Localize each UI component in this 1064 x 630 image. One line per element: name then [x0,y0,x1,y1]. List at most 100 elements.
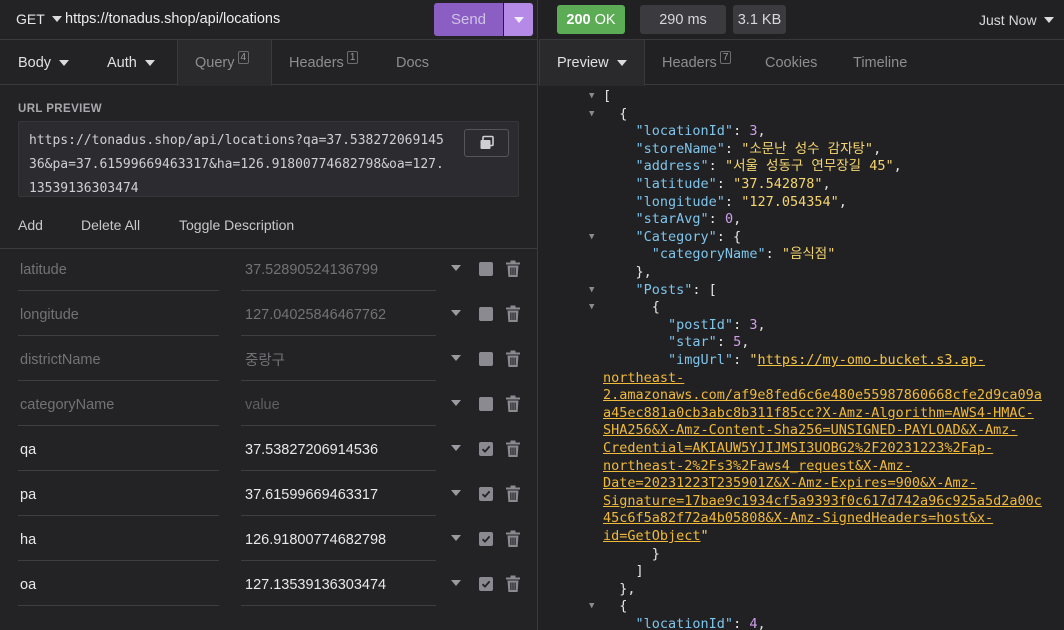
img-url-link[interactable]: Signature=17bae9c1934cf5a9393f0c617d742a… [603,493,1042,511]
code-text: [ [603,88,612,104]
param-value-input[interactable]: 127.04025846467762 [241,294,436,336]
chevron-down-icon[interactable] [451,580,461,586]
tab-docs[interactable]: Docs [396,40,429,85]
history-label: Just Now [979,12,1037,28]
tab-label: Headers [662,54,717,71]
chevron-down-icon [59,59,70,66]
fold-toggle-icon[interactable]: ▼ [589,598,594,616]
code-text: { [603,598,628,615]
param-value-input[interactable]: 37.61599669463317 [241,474,436,516]
chevron-down-icon[interactable] [451,310,461,316]
fold-toggle-icon[interactable]: ▼ [589,88,594,106]
tab-response-headers[interactable]: Headers 7 [662,40,732,85]
query-param-row: categoryName value [0,384,538,429]
chevron-down-icon[interactable] [451,355,461,361]
chevron-down-icon[interactable] [451,265,461,271]
fold-toggle-icon[interactable]: ▼ [589,299,594,317]
tab-timeline[interactable]: Timeline [853,40,907,85]
param-name-input[interactable]: ha [18,519,219,561]
trash-icon[interactable] [505,485,521,506]
query-param-row: latitude 37.52890524136799 [0,249,538,294]
checkbox-unchecked[interactable] [479,262,493,276]
code-text: { [603,105,628,122]
checkbox-unchecked[interactable] [479,352,493,366]
param-name-input[interactable]: oa [18,564,219,606]
param-name-input[interactable]: districtName [18,339,219,381]
chevron-down-icon[interactable] [451,490,461,496]
param-value-input[interactable]: 중랑구 [241,339,436,381]
trash-icon[interactable] [505,395,521,416]
param-name-input[interactable]: pa [18,474,219,516]
img-url-link[interactable]: 45c6f5a82f72a4b05808&X-Amz-SignedHeaders… [603,510,993,528]
copy-button[interactable] [464,129,509,157]
checkbox-unchecked[interactable] [479,307,493,321]
query-param-row: districtName 중랑구 [0,339,538,384]
param-value-input[interactable]: value [241,384,436,426]
code-text: "categoryName": "음식점" [651,246,836,263]
trash-icon[interactable] [505,350,521,371]
fold-toggle-icon[interactable]: ▼ [589,282,594,300]
img-url-link[interactable]: northeast-2%2Fs3%2Faws4_request&X-Amz- [603,458,912,476]
tab-cookies[interactable]: Cookies [765,40,817,85]
check-icon [481,580,491,588]
code-text: "Category": { [635,228,742,245]
add-param-button[interactable]: Add [18,217,43,233]
chevron-down-icon[interactable] [451,445,461,451]
check-icon [481,445,491,453]
code-text: "locationId": 4, [635,616,766,630]
tab-auth[interactable]: Auth [107,40,155,85]
fold-toggle-icon[interactable]: ▼ [589,229,594,247]
trash-icon[interactable] [505,305,521,326]
tab-body[interactable]: Body [18,40,70,85]
checkbox-unchecked[interactable] [479,397,493,411]
request-tabs: Body Auth Query 4 Headers 1 Docs [0,40,538,86]
img-url-link[interactable]: northeast- [603,370,684,388]
chevron-down-icon[interactable] [451,400,461,406]
param-name-input[interactable]: latitude [18,249,219,291]
chevron-down-icon[interactable] [451,535,461,541]
chevron-down-icon [513,16,524,23]
trash-icon[interactable] [505,575,521,596]
checkbox-checked[interactable] [479,532,493,546]
tab-label: Body [18,54,52,71]
tab-headers[interactable]: Headers 1 [289,40,359,85]
checkbox-checked[interactable] [479,577,493,591]
param-name-input[interactable]: categoryName [18,384,219,426]
param-value-input[interactable]: 127.13539136303474 [241,564,436,606]
copy-icon [480,135,494,149]
chevron-down-icon [51,16,62,22]
param-value-input[interactable]: 126.91800774682798 [241,519,436,561]
url-input[interactable]: https://tonadus.shop/api/locations [65,11,280,27]
param-value-input[interactable]: 37.52890524136799 [241,249,436,291]
trash-icon[interactable] [505,260,521,281]
delete-all-button[interactable]: Delete All [81,217,140,233]
trash-icon[interactable] [505,440,521,461]
send-button[interactable]: Send [434,3,503,36]
img-url-link[interactable]: SHA256&X-Amz-Content-Sha256=UNSIGNED-PAY… [603,422,1018,440]
toggle-description-button[interactable]: Toggle Description [179,217,294,233]
method-select[interactable]: GET [16,11,62,27]
query-param-row: ha 126.91800774682798 [0,519,538,564]
response-time-badge: 290 ms [640,5,726,34]
response-size-badge: 3.1 KB [733,5,786,34]
img-url-link[interactable]: 2.amazonaws.com/af9e8fed6c6e480e55987860… [603,387,1042,405]
img-url-link[interactable]: Credential=AKIAUW5YJIJMSI3UOBG2%2F202312… [603,440,993,458]
img-url-link[interactable]: id=GetObject" [603,528,709,546]
fold-toggle-icon[interactable]: ▼ [589,106,594,124]
count-badge: 1 [346,51,359,64]
trash-icon[interactable] [505,530,521,551]
checkbox-checked[interactable] [479,487,493,501]
check-icon [481,490,491,498]
checkbox-checked[interactable] [479,442,493,456]
send-options-button[interactable] [504,3,533,36]
param-name-input[interactable]: qa [18,429,219,471]
img-url-link[interactable]: a45ec881a0cb3abc8b311f85cc?X-Amz-Algorit… [603,405,1034,423]
tab-preview[interactable]: Preview [539,40,645,86]
tab-query[interactable]: Query 4 [177,40,272,86]
param-name-input[interactable]: longitude [18,294,219,336]
history-dropdown[interactable]: Just Now [979,12,1054,28]
param-value-input[interactable]: 37.53827206914536 [241,429,436,471]
response-status-bar: 200 OK 290 ms 3.1 KB Just Now [539,0,1064,40]
img-url-link[interactable]: Date=20231223T235901Z&X-Amz-Expires=900&… [603,475,977,493]
tab-label: Preview [557,54,609,71]
